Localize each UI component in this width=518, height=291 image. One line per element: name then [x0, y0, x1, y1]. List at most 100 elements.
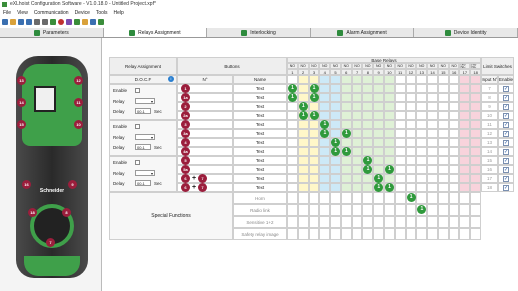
relay-cell[interactable]: [373, 165, 384, 174]
relay-cell[interactable]: [287, 183, 298, 192]
relay-cell[interactable]: [319, 102, 331, 111]
relay-cell[interactable]: [470, 183, 482, 192]
limit-enable-checkbox[interactable]: ✓: [503, 112, 509, 119]
limit-enable-checkbox[interactable]: ✓: [503, 166, 509, 173]
relay-cell[interactable]: [470, 165, 482, 174]
relay-active-marker[interactable]: 1: [298, 111, 308, 120]
relay-cell[interactable]: [394, 93, 406, 102]
enable-checkbox[interactable]: [135, 124, 140, 129]
special-relay-cell[interactable]: [394, 216, 406, 228]
special-relay-cell[interactable]: [287, 192, 298, 204]
relay-cell[interactable]: [319, 174, 331, 183]
relay-cell[interactable]: [340, 111, 352, 120]
relay-cell[interactable]: [340, 156, 352, 165]
special-relay-cell[interactable]: [459, 216, 471, 228]
menu-tools[interactable]: Tools: [93, 9, 111, 17]
relay-cell[interactable]: [427, 147, 438, 156]
relay-cell[interactable]: [330, 102, 341, 111]
relay-cell[interactable]: [373, 84, 384, 93]
relay-cell[interactable]: [470, 102, 482, 111]
relay-cell[interactable]: [470, 138, 482, 147]
relay-cell[interactable]: [437, 102, 449, 111]
print-icon[interactable]: [34, 18, 40, 25]
special-relay-cell[interactable]: [340, 192, 352, 204]
relay-cell[interactable]: [330, 156, 341, 165]
relay-cell[interactable]: [351, 147, 363, 156]
relay-cell[interactable]: [351, 174, 363, 183]
save-as-icon[interactable]: [26, 18, 32, 25]
special-relay-cell[interactable]: [405, 216, 417, 228]
relay-cell[interactable]: [351, 93, 363, 102]
relay-cell[interactable]: [340, 183, 352, 192]
relay-cell[interactable]: [287, 120, 298, 129]
special-relay-cell[interactable]: [287, 204, 298, 216]
relay-cell[interactable]: [340, 84, 352, 93]
relay-cell[interactable]: [351, 183, 363, 192]
relay-cell[interactable]: [362, 111, 374, 120]
special-relay-cell[interactable]: [427, 228, 438, 240]
relay-cell[interactable]: [427, 102, 438, 111]
relay-cell[interactable]: [351, 129, 363, 138]
special-relay-cell[interactable]: [308, 192, 320, 204]
relay-cell[interactable]: [437, 84, 449, 93]
special-relay-cell[interactable]: [470, 204, 482, 216]
relay-cell[interactable]: [394, 84, 406, 93]
relay-cell[interactable]: [287, 174, 298, 183]
relay-active-marker[interactable]: 1: [341, 147, 351, 156]
relay-cell[interactable]: [384, 120, 395, 129]
special-relay-cell[interactable]: [437, 192, 449, 204]
relay-cell[interactable]: [416, 102, 428, 111]
special-relay-cell[interactable]: [297, 216, 309, 228]
special-relay-cell[interactable]: [416, 216, 428, 228]
button-name-cell[interactable]: Text: [233, 174, 287, 183]
special-relay-cell[interactable]: [340, 204, 352, 216]
limit-enable-checkbox[interactable]: ✓: [503, 175, 509, 182]
special-relay-cell[interactable]: [437, 228, 449, 240]
relay-cell[interactable]: [384, 138, 395, 147]
relay-cell[interactable]: [330, 93, 341, 102]
special-relay-cell[interactable]: [362, 228, 374, 240]
button-name-cell[interactable]: Text: [233, 120, 287, 129]
relay-cell[interactable]: [437, 156, 449, 165]
relay-cell[interactable]: [405, 84, 417, 93]
delay-input[interactable]: 00.1: [135, 108, 151, 114]
relay-cell[interactable]: [427, 165, 438, 174]
relay-cell[interactable]: [308, 120, 320, 129]
relay-cell[interactable]: [448, 147, 460, 156]
relay-cell[interactable]: [362, 93, 374, 102]
relay-cell[interactable]: [437, 111, 449, 120]
relay-cell[interactable]: [297, 183, 309, 192]
relay-cell[interactable]: [405, 147, 417, 156]
special-relay-cell[interactable]: [319, 228, 331, 240]
special-relay-cell[interactable]: [470, 192, 482, 204]
relay-cell[interactable]: [384, 111, 395, 120]
relay-cell[interactable]: [394, 174, 406, 183]
relay-cell[interactable]: [448, 111, 460, 120]
relay-cell[interactable]: [373, 138, 384, 147]
relay-cell[interactable]: [448, 138, 460, 147]
relay-active-marker[interactable]: 1: [309, 111, 319, 120]
relay-cell[interactable]: [459, 174, 471, 183]
relay-cell[interactable]: [362, 84, 374, 93]
relay-cell[interactable]: [351, 138, 363, 147]
limit-enable-checkbox[interactable]: ✓: [503, 94, 509, 101]
special-relay-cell[interactable]: [373, 204, 384, 216]
relay-cell[interactable]: [297, 129, 309, 138]
special-relay-cell[interactable]: [308, 228, 320, 240]
delay-input[interactable]: 00.1: [135, 144, 151, 150]
relay-active-marker[interactable]: 1: [385, 183, 395, 192]
relay-cell[interactable]: [405, 165, 417, 174]
relay-cell[interactable]: [373, 111, 384, 120]
relay-cell[interactable]: [287, 147, 298, 156]
special-relay-cell[interactable]: [319, 204, 331, 216]
special-relay-cell[interactable]: [330, 192, 341, 204]
relay-cell[interactable]: [427, 156, 438, 165]
relay-cell[interactable]: [362, 120, 374, 129]
relay-cell[interactable]: [373, 93, 384, 102]
special-relay-cell[interactable]: [384, 204, 395, 216]
stop-icon[interactable]: [58, 18, 64, 25]
menu-device[interactable]: Device: [72, 9, 93, 17]
special-relay-cell[interactable]: [405, 228, 417, 240]
tab-parameters[interactable]: Parameters: [0, 28, 104, 37]
limit-enable-checkbox[interactable]: ✓: [503, 157, 509, 164]
